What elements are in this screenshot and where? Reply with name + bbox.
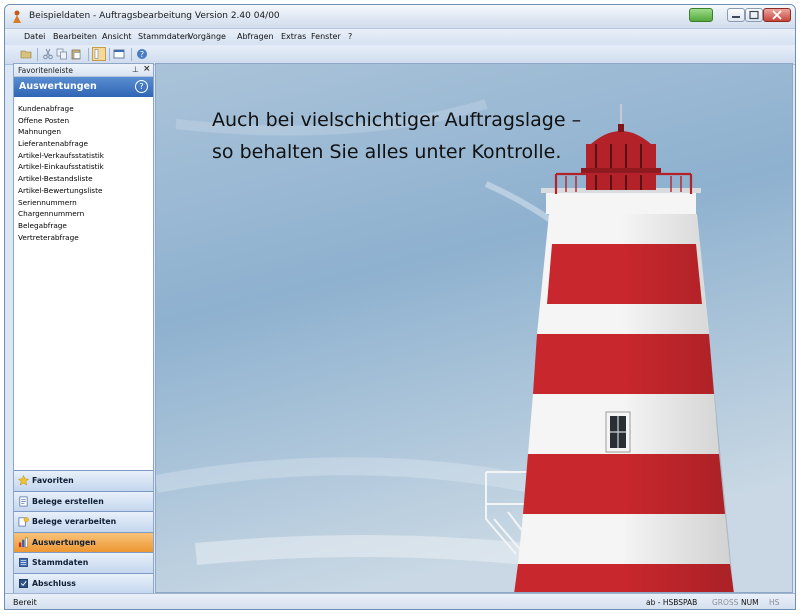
report-item-artikel-bewertungsliste[interactable]: Artikel-Bewertungsliste — [18, 186, 104, 198]
menu-extras[interactable]: Extras — [281, 32, 306, 41]
menu-fenster[interactable]: Fenster — [311, 32, 341, 41]
headline-line-2: so behalten Sie alles unter Kontrolle. — [212, 141, 562, 163]
slogan-headline: Auch bei vielschichtiger Auftragslage – … — [212, 104, 581, 168]
closing-icon — [19, 579, 28, 588]
document-process-icon — [18, 517, 29, 527]
nav-label: Belege verarbeiten — [32, 517, 117, 527]
report-icon — [18, 537, 28, 548]
copy-icon[interactable] — [56, 48, 68, 60]
report-item-kundenabfrage[interactable]: Kundenabfrage — [18, 104, 104, 116]
section-header: Auswertungen ? — [14, 77, 153, 97]
document-new-icon — [19, 496, 28, 507]
favorites-pane-toggle-icon[interactable] — [92, 47, 106, 61]
toolbar-separator — [109, 48, 110, 61]
menu-ansicht[interactable]: Ansicht — [102, 32, 132, 41]
menu-stammdaten[interactable]: Stammdaten — [138, 32, 190, 41]
status-hs: HS — [769, 598, 780, 607]
report-item-vertreterabfrage[interactable]: Vertreterabfrage — [18, 233, 104, 245]
open-folder-icon[interactable] — [20, 48, 32, 60]
nav-belege-erstellen[interactable]: Belege erstellen — [14, 490, 153, 512]
status-user: ab - HSBSPAB — [646, 598, 698, 607]
navigation-stack: Favoriten Belege erstellen Belege verarb… — [14, 470, 153, 594]
favorites-sidebar: Favoritenleiste ⊥ × Auswertungen ? Kunde… — [13, 63, 154, 594]
close-button[interactable] — [763, 8, 791, 22]
toolbar-separator — [131, 48, 132, 61]
nav-favoriten[interactable]: Favoriten — [14, 470, 153, 491]
close-icon — [772, 10, 782, 20]
app-logo-icon — [13, 10, 21, 23]
minimize-icon — [732, 16, 740, 18]
pin-icon[interactable]: ⊥ — [132, 65, 139, 74]
toolbar: ? — [5, 45, 795, 65]
report-item-seriennummern[interactable]: Seriennummern — [18, 198, 104, 210]
maximize-icon — [749, 10, 759, 20]
menu-bearbeiten[interactable]: Bearbeiten — [53, 32, 97, 41]
help-icon[interactable]: ? — [136, 48, 148, 60]
report-item-artikel-verkaufsstatistik[interactable]: Artikel-Verkaufsstatistik — [18, 151, 104, 163]
nav-label: Auswertungen — [32, 537, 96, 547]
report-item-artikel-bestandsliste[interactable]: Artikel-Bestandsliste — [18, 174, 104, 186]
toolbar-separator — [88, 48, 89, 61]
application-window: Beispieldaten - Auftragsbearbeitung Vers… — [4, 4, 796, 610]
nav-label: Abschluss — [32, 578, 76, 588]
window-title: Beispieldaten - Auftragsbearbeitung Vers… — [29, 11, 280, 21]
report-item-artikel-einkaufsstatistik[interactable]: Artikel-Einkaufsstatistik — [18, 162, 104, 174]
database-icon — [19, 558, 28, 568]
nav-label: Stammdaten — [32, 558, 89, 568]
status-bar: Bereit ab - HSBSPAB GROSS NUM HS — [5, 593, 795, 609]
svg-text:?: ? — [140, 50, 144, 59]
nav-stammdaten[interactable]: Stammdaten — [14, 552, 153, 573]
main-content: Auch bei vielschichtiger Auftragslage – … — [155, 63, 793, 593]
maximize-button[interactable] — [745, 8, 763, 22]
favorites-header: Favoritenleiste ⊥ × — [14, 64, 153, 77]
section-title: Auswertungen — [19, 81, 97, 92]
star-icon — [18, 475, 29, 486]
report-item-lieferantenabfrage[interactable]: Lieferantenabfrage — [18, 139, 104, 151]
menu-bar: Datei Bearbeiten Ansicht Stammdaten Vorg… — [5, 29, 795, 45]
nav-abschluss[interactable]: Abschluss — [14, 572, 153, 594]
report-item-offene-posten[interactable]: Offene Posten — [18, 116, 104, 128]
report-item-belegabfrage[interactable]: Belegabfrage — [18, 221, 104, 233]
menu-vorgaenge[interactable]: Vorgänge — [188, 32, 226, 41]
headline-line-1: Auch bei vielschichtiger Auftragslage – — [212, 109, 582, 131]
nav-auswertungen[interactable]: Auswertungen — [14, 531, 153, 553]
online-status-button[interactable] — [689, 8, 713, 22]
window-icon[interactable] — [113, 48, 125, 60]
status-caps: GROSS — [712, 598, 739, 607]
toolbar-separator — [37, 48, 38, 61]
nav-label: Favoriten — [32, 476, 74, 485]
nav-label: Belege erstellen — [32, 496, 104, 506]
report-item-mahnungen[interactable]: Mahnungen — [18, 127, 104, 139]
minimize-button[interactable] — [727, 8, 745, 22]
nav-belege-verarbeiten[interactable]: Belege verarbeiten — [14, 511, 153, 532]
menu-help[interactable]: ? — [348, 32, 352, 41]
status-num: NUM — [741, 598, 759, 607]
title-bar: Beispieldaten - Auftragsbearbeitung Vers… — [5, 5, 795, 29]
menu-abfragen[interactable]: Abfragen — [237, 32, 274, 41]
paste-icon[interactable] — [70, 48, 82, 60]
favorites-title: Favoritenleiste — [18, 66, 73, 75]
cut-icon[interactable] — [42, 48, 54, 60]
menu-datei[interactable]: Datei — [24, 32, 45, 41]
close-pane-icon[interactable]: × — [143, 64, 151, 74]
report-item-chargennummern[interactable]: Chargennummern — [18, 209, 104, 221]
section-help-icon[interactable]: ? — [135, 80, 148, 93]
report-list: Kundenabfrage Offene Posten Mahnungen Li… — [18, 104, 104, 244]
status-text: Bereit — [13, 598, 37, 607]
